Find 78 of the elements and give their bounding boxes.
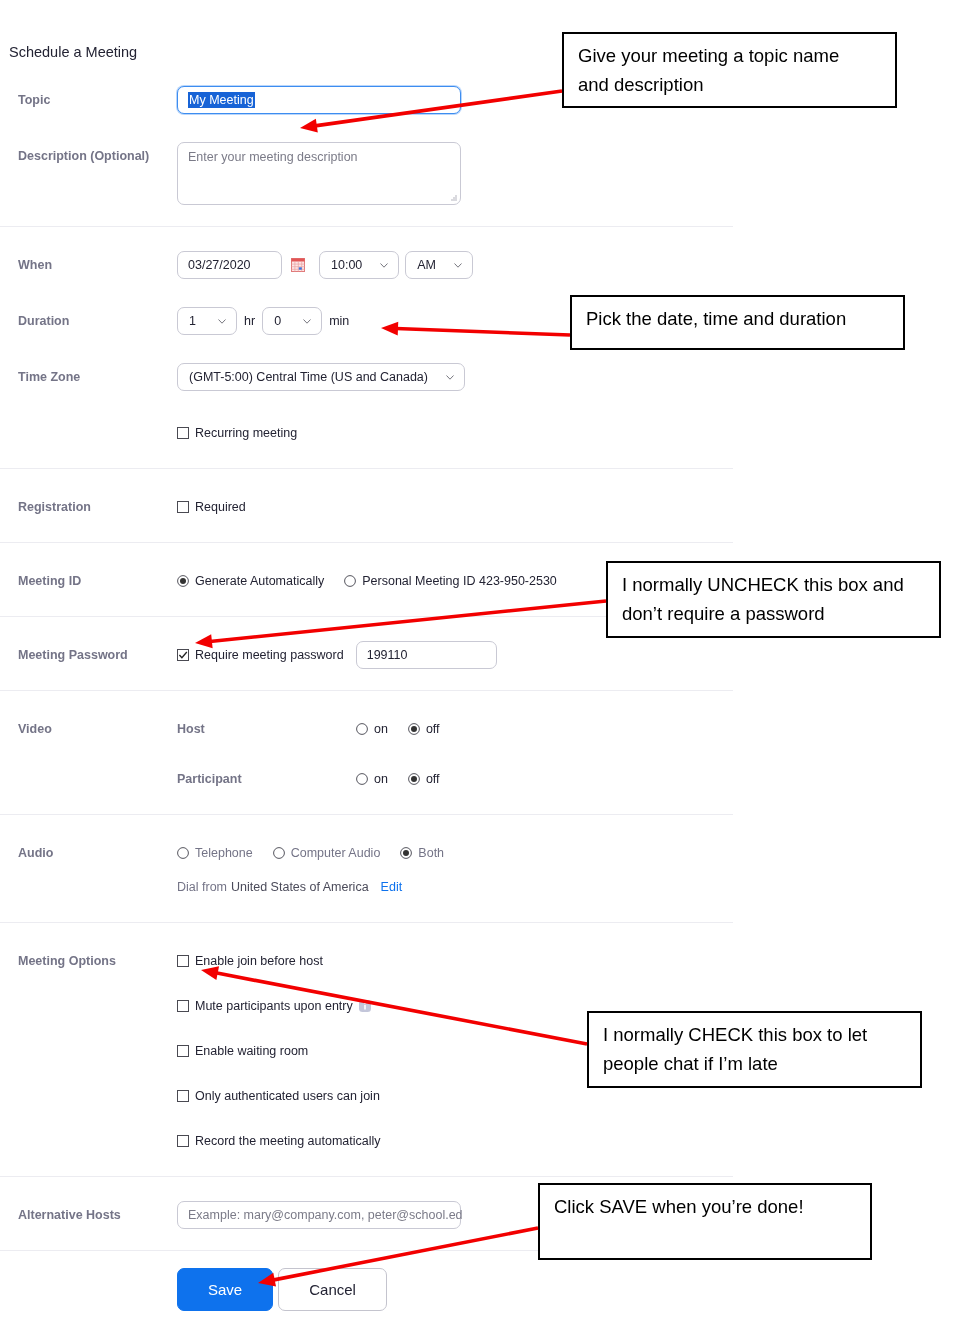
field-label: Video (18, 722, 52, 736)
radio-button[interactable] (400, 847, 413, 859)
dropdown[interactable]: 1 (177, 307, 237, 335)
radio-label[interactable]: Telephone (195, 846, 253, 860)
radio-button[interactable] (407, 723, 420, 735)
field-label: Registration (18, 500, 91, 514)
annotation-callout: Give your meeting a topic name and description (562, 32, 897, 108)
checkbox[interactable] (177, 1045, 189, 1057)
chevron-down-icon (303, 318, 312, 324)
chevron-down-icon (454, 262, 463, 268)
checkbox-label[interactable]: Enable join before host (195, 954, 323, 968)
radio-button[interactable] (272, 847, 285, 859)
unit-label: min (328, 314, 351, 328)
annotation-callout: I normally UNCHECK this box and don’t require a password (606, 561, 941, 638)
checkbox[interactable] (177, 1090, 189, 1102)
field-label: Meeting Password (18, 648, 128, 662)
radio-button[interactable] (177, 575, 189, 587)
dropdown[interactable]: (GMT-5:00) Central Time (US and Canada) (177, 363, 465, 391)
field-label: Topic (18, 93, 51, 107)
field-label: Duration (18, 314, 70, 328)
value-text: United States of America (231, 880, 369, 894)
calendar-icon[interactable] (291, 258, 305, 272)
annotation-callout: Click SAVE when you’re done! (538, 1183, 872, 1260)
field-label: Audio (18, 846, 54, 860)
text-link[interactable]: Edit (380, 880, 403, 894)
field-label: Meeting ID (18, 574, 82, 588)
field-label: Alternative Hosts (18, 1208, 121, 1222)
radio-label[interactable]: Personal Meeting ID 423-950-2530 (362, 574, 557, 588)
dropdown[interactable]: AM (405, 251, 474, 279)
primary-button[interactable]: Save (177, 1268, 274, 1311)
field-label: When (18, 258, 53, 272)
chevron-down-icon (380, 262, 389, 268)
checkbox[interactable] (177, 501, 189, 513)
checkbox-label[interactable]: Record the meeting automatically (195, 1134, 381, 1148)
radio-button[interactable] (177, 847, 189, 859)
page-title: Schedule a Meeting (9, 44, 138, 60)
sub-label: Participant (177, 772, 243, 786)
sub-label: Host (177, 722, 206, 736)
checkbox-label[interactable]: Mute participants upon entry (195, 999, 353, 1013)
checkbox[interactable] (177, 1135, 189, 1147)
radio-label[interactable]: Generate Automatically (195, 574, 325, 588)
field-label: Meeting Options (18, 954, 116, 968)
radio-button[interactable] (356, 723, 368, 735)
radio-label[interactable]: on (374, 722, 388, 736)
checkbox-label[interactable]: Required (195, 500, 246, 514)
resize-grip-icon[interactable] (451, 195, 457, 201)
checkbox[interactable] (177, 427, 189, 439)
text-area-field[interactable]: Enter your meeting description (177, 142, 461, 205)
note-label: Dial from (177, 880, 227, 894)
radio-label[interactable]: off (425, 772, 440, 786)
checkbox[interactable] (177, 649, 189, 661)
radio-label[interactable]: on (374, 772, 388, 786)
checkbox-label[interactable]: Require meeting password (195, 648, 344, 662)
radio-button[interactable] (344, 575, 357, 587)
radio-label[interactable]: Both (418, 846, 445, 860)
checkbox[interactable] (177, 1000, 189, 1012)
radio-label[interactable]: Computer Audio (290, 846, 381, 860)
text-field[interactable]: 199110 (355, 641, 497, 669)
text-field[interactable]: Example: mary@company.com, peter@school.ed (177, 1201, 461, 1229)
secondary-button[interactable]: Cancel (278, 1268, 387, 1311)
chevron-down-icon (446, 374, 454, 380)
radio-button[interactable] (356, 773, 368, 785)
checkbox-label[interactable]: Enable waiting room (195, 1044, 309, 1058)
dropdown[interactable]: 10:00 (319, 251, 400, 279)
unit-label: hr (243, 314, 257, 328)
checkbox-label[interactable]: Only authenticated users can join (195, 1089, 380, 1103)
checkbox[interactable] (177, 955, 189, 967)
radio-button[interactable] (407, 773, 420, 785)
annotation-callout: Pick the date, time and duration (570, 295, 905, 350)
text-field[interactable]: My Meeting (177, 86, 461, 114)
dropdown[interactable]: 0 (262, 307, 323, 335)
radio-label[interactable]: off (425, 722, 440, 736)
chevron-down-icon (218, 318, 226, 324)
checkbox-label[interactable]: Recurring meeting (195, 426, 298, 440)
field-label: Description (Optional) (18, 149, 150, 163)
field-label: Time Zone (18, 370, 81, 384)
annotation-callout: I normally CHECK this box to let people chat if I’m late (587, 1011, 922, 1088)
date-field[interactable]: 03/27/2020 (177, 251, 282, 279)
